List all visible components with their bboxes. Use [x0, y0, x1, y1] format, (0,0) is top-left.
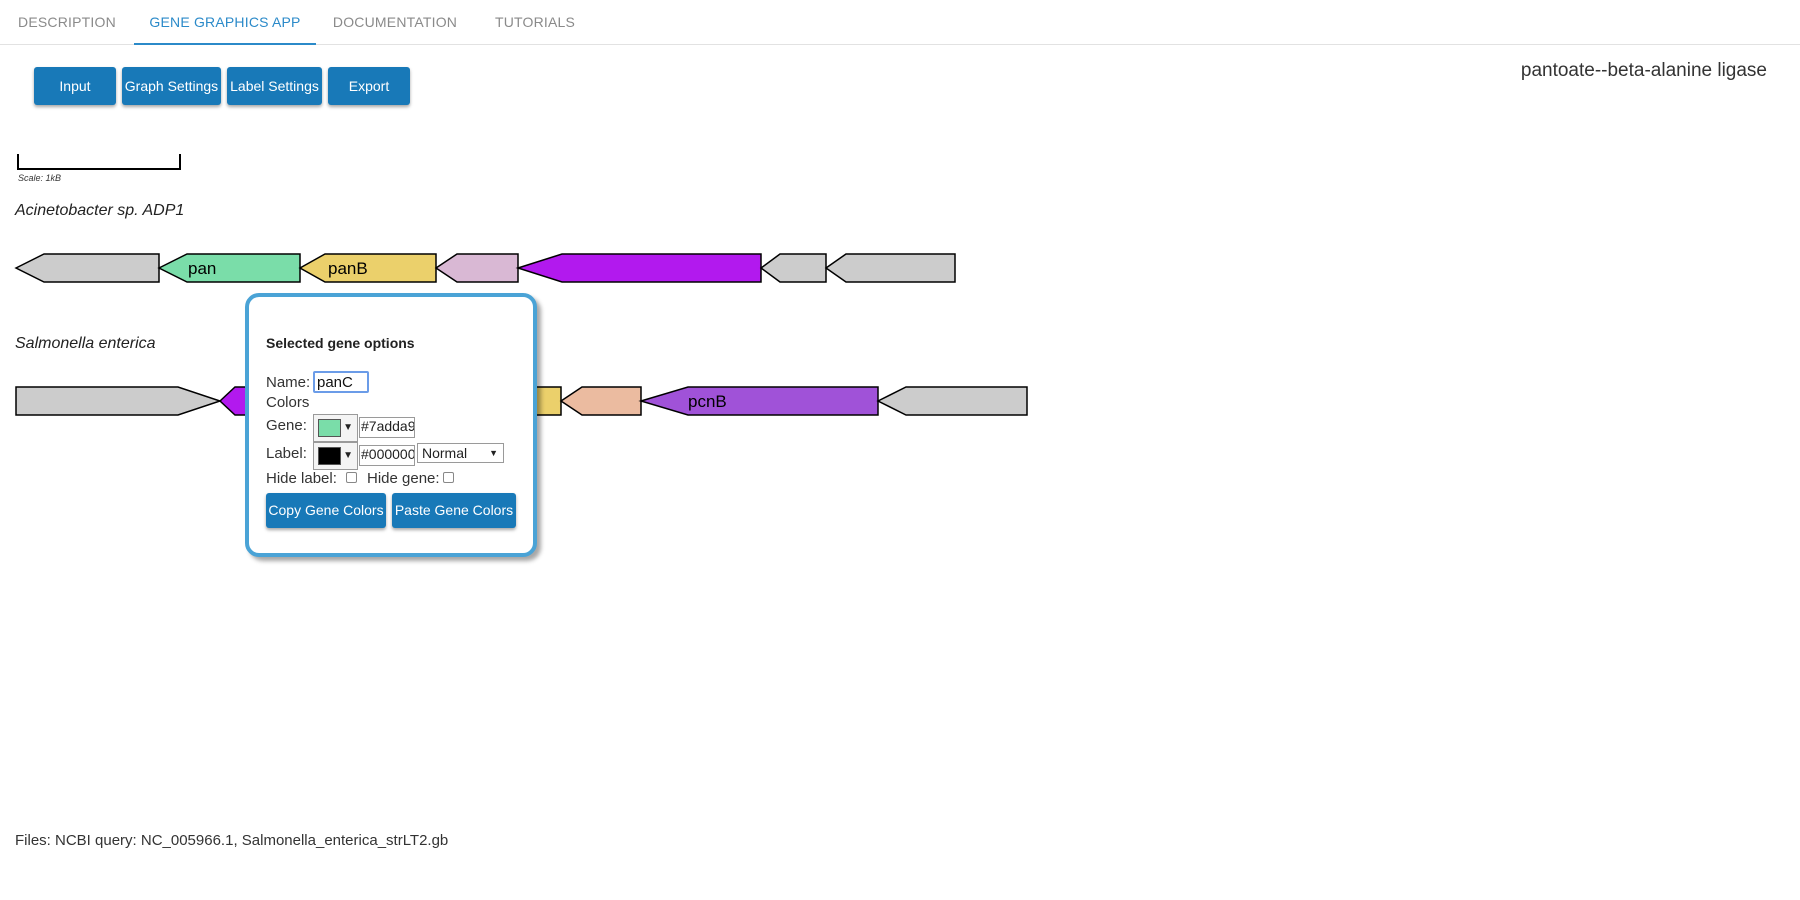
tab-tutorials[interactable]: TUTORIALS [474, 0, 596, 45]
popup-title: Selected gene options [266, 335, 415, 351]
scale-label: Scale: 1kB [18, 173, 62, 183]
genome-row-acinetobacter: pan panB [14, 253, 956, 283]
gene-label: pcnB [688, 392, 727, 411]
label-color-hex-input[interactable]: #000000 [359, 445, 415, 466]
tab-bar: DESCRIPTION GENE GRAPHICS APP DOCUMENTAT… [0, 0, 1800, 45]
hide-gene-checkbox[interactable] [443, 472, 454, 483]
tab-description[interactable]: DESCRIPTION [0, 0, 134, 45]
label-color-picker[interactable]: ▼ [313, 442, 358, 470]
gene-arrow[interactable] [515, 253, 762, 283]
dropdown-arrow-icon: ▼ [343, 422, 353, 433]
input-button[interactable]: Input [34, 67, 116, 105]
label-font-style-select[interactable]: Normal ▼ [417, 443, 504, 463]
gene-color-swatch [318, 419, 341, 437]
paste-gene-colors-button[interactable]: Paste Gene Colors [392, 493, 516, 528]
gene-color-picker[interactable]: ▼ [313, 414, 358, 442]
selected-gene-popup: Selected gene options Name: Colors Gene:… [245, 293, 537, 557]
gene-label: panB [328, 259, 368, 278]
hide-label-checkbox[interactable] [346, 472, 357, 483]
gene-map: pan panB pcnB [14, 253, 1028, 416]
hide-label-label: Hide label: [266, 470, 337, 487]
gene-arrow[interactable] [638, 386, 879, 416]
gene-color-label: Gene: [266, 417, 307, 434]
label-color-swatch [318, 447, 341, 465]
graph-settings-button[interactable]: Graph Settings [122, 67, 221, 105]
dropdown-arrow-icon: ▼ [343, 450, 353, 461]
export-button[interactable]: Export [328, 67, 410, 105]
label-settings-button[interactable]: Label Settings [227, 67, 322, 105]
name-label: Name: [266, 374, 311, 391]
copy-gene-colors-button[interactable]: Copy Gene Colors [266, 493, 386, 528]
dropdown-arrow-icon: ▼ [489, 448, 498, 458]
label-font-style-value: Normal [422, 445, 468, 461]
gene-color-hex-input[interactable]: #7adda9 [359, 417, 415, 438]
gene-arrow[interactable] [298, 253, 437, 283]
gene-arrow[interactable] [157, 253, 301, 283]
scale-bar [17, 154, 181, 170]
gene-arrow[interactable] [14, 253, 160, 283]
gene-label: pan [188, 259, 216, 278]
gene-arrow[interactable] [759, 253, 827, 283]
gene-arrow[interactable] [876, 386, 1028, 416]
hide-gene-label: Hide gene: [367, 470, 440, 487]
tab-documentation[interactable]: DOCUMENTATION [316, 0, 474, 45]
gene-arrow[interactable] [559, 386, 642, 416]
protein-title: pantoate--beta-alanine ligase [1520, 60, 1767, 81]
label-color-label: Label: [266, 445, 307, 462]
gene-arrow[interactable] [434, 253, 519, 283]
tab-gene-graphics-app[interactable]: GENE GRAPHICS APP [134, 0, 316, 45]
gene-name-input[interactable] [313, 371, 369, 393]
gene-arrow[interactable] [824, 253, 956, 283]
genome-name-acinetobacter: Acinetobacter sp. ADP1 [15, 202, 185, 219]
loaded-files-text: Files: NCBI query: NC_005966.1, Salmonel… [15, 832, 449, 849]
gene-arrow[interactable] [15, 386, 223, 416]
colors-label: Colors [266, 394, 310, 411]
